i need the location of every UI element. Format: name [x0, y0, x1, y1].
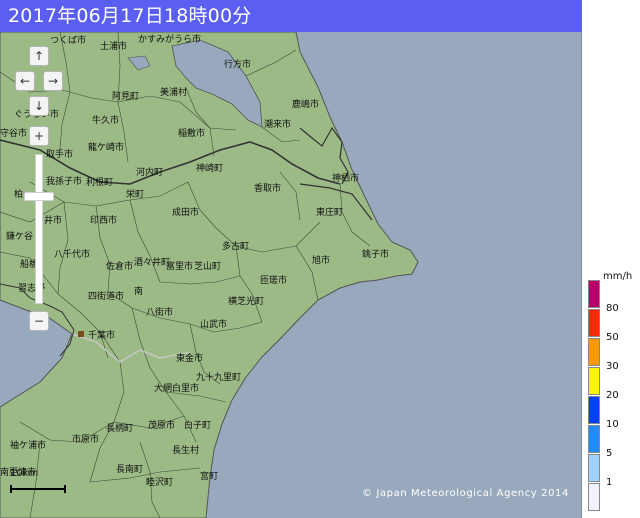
precipitation-legend	[588, 280, 602, 512]
copyright-text: © Japan Meteorological Agency 2014	[362, 488, 569, 499]
legend-label-10: 10	[606, 419, 619, 430]
city-label: 龍ケ崎市	[88, 143, 125, 153]
city-label: 取手市	[46, 150, 74, 160]
datetime-title: 2017年06月17日18時00分	[8, 5, 252, 27]
legend-swatch-5	[588, 425, 600, 453]
city-label: 袖ケ浦市	[10, 441, 47, 451]
legend-swatch-20	[588, 367, 600, 395]
city-label: 多古町	[222, 242, 250, 252]
city-label: 守谷市	[0, 129, 28, 139]
city-label: 富里市	[166, 262, 194, 272]
legend-label-20: 20	[606, 390, 619, 401]
city-label: 横芝光町	[228, 297, 265, 307]
city-label: 白子町	[184, 421, 212, 431]
city-label: 山武市	[200, 320, 228, 330]
city-label: 南	[134, 287, 144, 297]
city-label: つくば市	[50, 36, 87, 46]
legend-label-5: 5	[606, 448, 613, 459]
city-label: 長生村	[172, 446, 200, 456]
city-label: 匝瑳市	[260, 276, 288, 286]
city-label: 四街道市	[88, 292, 125, 302]
city-label: 河内町	[136, 168, 164, 178]
legend-swatch-1	[588, 454, 600, 482]
pan-right-button[interactable]: →	[43, 71, 63, 91]
city-label: 酒々井町	[134, 258, 171, 268]
city-label: 成田市	[172, 208, 200, 218]
map-view[interactable]: つくば市 土浦市 かすみがうら市 行方市 阿見町 美浦村 牛久市 稲敷市 潮来市…	[0, 32, 582, 518]
city-label: かすみがうら市	[138, 35, 202, 45]
city-label: 旭市	[312, 256, 331, 266]
legend-label-80: 80	[606, 303, 619, 314]
legend-swatch-10	[588, 396, 600, 424]
city-label: 潮来市	[264, 120, 292, 130]
city-label: 栄町	[126, 190, 145, 200]
legend-swatch-80plus	[588, 280, 600, 308]
zoom-slider-thumb[interactable]	[24, 192, 54, 201]
city-label: 茂原市	[148, 421, 176, 431]
legend-label-1: 1	[606, 477, 613, 488]
city-label: 千葉市	[88, 331, 116, 341]
city-label: 我孫子市	[46, 177, 83, 187]
map-terrain	[0, 32, 419, 518]
zoom-slider-track[interactable]	[35, 154, 43, 304]
legend-unit: mm/h	[603, 271, 633, 282]
city-label: 柏	[14, 190, 24, 200]
city-label: 九十九里町	[196, 373, 242, 383]
city-label: 利根町	[86, 178, 114, 188]
city-label: 睦沢町	[146, 478, 174, 488]
city-label: 佐倉市	[106, 262, 134, 272]
city-label: 神崎町	[196, 164, 224, 174]
scale-label: 10km	[10, 468, 39, 479]
land-area	[0, 32, 419, 518]
city-label: 市原市	[72, 435, 100, 445]
city-label: 八千代市	[54, 250, 91, 260]
city-label: 牛久市	[92, 116, 120, 126]
legend-label-30: 30	[606, 361, 619, 372]
city-label: 芝山町	[194, 262, 222, 272]
city-label: 銚子市	[362, 250, 390, 260]
pan-left-button[interactable]: ←	[15, 71, 35, 91]
city-label: 鎌ケ谷	[6, 232, 34, 242]
city-label: 稲敷市	[178, 129, 206, 139]
city-label: 土浦市	[100, 42, 128, 52]
city-label: 行方市	[224, 60, 252, 70]
city-label: 長南町	[116, 465, 144, 475]
city-label: 阿見町	[112, 92, 140, 102]
city-label: 井市	[44, 216, 63, 226]
zoom-in-button[interactable]: +	[29, 126, 49, 146]
legend-label-50: 50	[606, 332, 619, 343]
legend-swatch-0	[588, 483, 600, 511]
city-label: 長柄町	[106, 424, 134, 434]
legend-swatch-50	[588, 309, 600, 337]
pan-up-button[interactable]: ↑	[29, 46, 49, 66]
city-label: 印西市	[90, 216, 118, 226]
scale-bar	[10, 485, 66, 493]
zoom-out-button[interactable]: −	[29, 311, 49, 331]
city-label: 八街市	[146, 308, 174, 318]
chiba-city-marker	[78, 331, 84, 337]
city-label: 宮町	[200, 472, 219, 482]
city-label: 東庄町	[316, 208, 344, 218]
city-label: 神栖市	[332, 174, 360, 184]
city-label: 東金市	[176, 354, 204, 364]
city-label: 鹿嶋市	[292, 100, 320, 110]
city-label: 美浦村	[160, 88, 188, 98]
legend-swatch-30	[588, 338, 600, 366]
city-label: 大網白里市	[154, 384, 200, 394]
city-label: 香取市	[254, 184, 282, 194]
title-bar: 2017年06月17日18時00分	[0, 0, 582, 32]
pan-down-button[interactable]: ↓	[29, 96, 49, 116]
